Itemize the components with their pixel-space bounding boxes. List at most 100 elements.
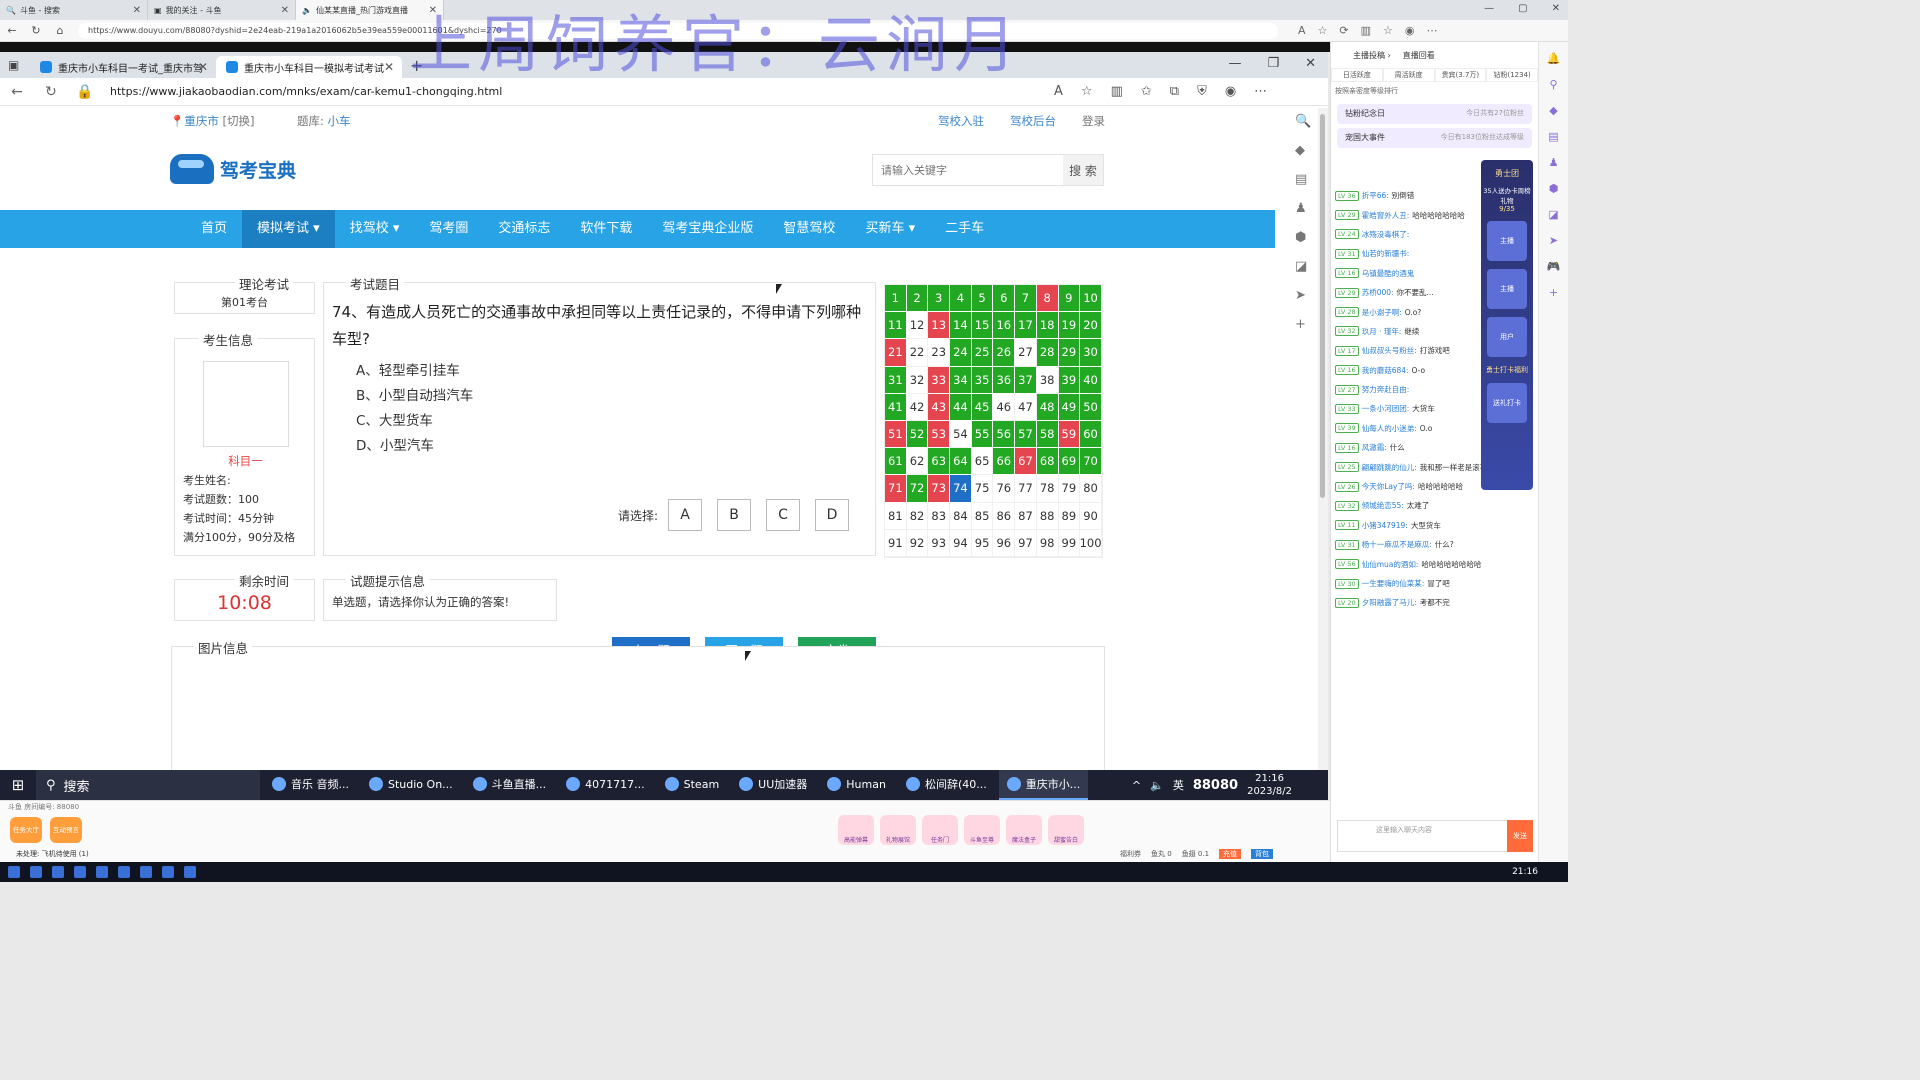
person-icon[interactable]: ♟ <box>1549 156 1559 169</box>
collections-icon[interactable]: ✩ <box>1141 84 1152 99</box>
inner-tab-2[interactable]: 重庆市小车科目一模拟考试考试 ✕ <box>216 56 402 78</box>
answer-grid-cell[interactable]: 74 <box>950 475 972 503</box>
answer-grid-cell[interactable]: 73 <box>928 475 951 503</box>
page-scrollbar[interactable] <box>1318 108 1328 770</box>
answer-grid-cell[interactable]: 33 <box>928 366 951 394</box>
answer-grid-cell[interactable]: 56 <box>993 420 1016 449</box>
app-icon[interactable] <box>30 866 42 878</box>
taskbar-app[interactable]: 4071717... <box>558 770 652 800</box>
answer-grid-cell[interactable]: 20 <box>1080 312 1102 340</box>
app-icon[interactable] <box>118 866 130 878</box>
nav-mock-exam[interactable]: 模拟考试 ▾ <box>242 210 335 248</box>
taskbar-app[interactable]: Steam <box>657 770 728 800</box>
shield-icon[interactable]: ⛨ <box>1197 84 1207 99</box>
answer-grid-cell[interactable]: 76 <box>993 475 1016 503</box>
chat-username[interactable]: 霍皓窗外人丑: <box>1362 210 1410 221</box>
games-icon[interactable]: ♟ <box>1295 201 1311 216</box>
chat-username[interactable]: 我的蘑菇684: <box>1362 365 1409 376</box>
answer-grid-cell[interactable]: 1 <box>885 285 907 313</box>
chat-username[interactable]: 一生要嗨的仙菜某: <box>1362 578 1425 589</box>
answer-grid-cell[interactable]: 35 <box>971 366 994 394</box>
briefcase-icon[interactable]: ▤ <box>1295 172 1311 187</box>
answer-grid-cell[interactable]: 29 <box>1058 339 1081 367</box>
host-clock[interactable]: 21:16 <box>1512 867 1568 877</box>
answer-grid-cell[interactable]: 32 <box>906 366 929 394</box>
vip-promo-column[interactable]: 勇士团 35人送办卡周榜礼物 9/35 主播 主播 用户 勇士打卡福利 送礼打卡 <box>1481 160 1533 490</box>
split-icon[interactable]: ▥ <box>1111 84 1123 99</box>
answer-grid-cell[interactable]: 31 <box>885 366 907 394</box>
chat-username[interactable]: 杨十一麻瓜不是麻瓜: <box>1362 539 1432 550</box>
read-aloud-icon[interactable]: A <box>1298 24 1306 37</box>
chat-username[interactable]: 翩翩跳跳的仙儿: <box>1362 462 1417 473</box>
backpack-button[interactable]: 背包 <box>1251 849 1274 859</box>
answer-grid-cell[interactable]: 77 <box>1015 475 1037 503</box>
answer-grid-cell[interactable]: 49 <box>1058 393 1081 421</box>
refresh-icon[interactable]: ↻ <box>34 84 68 100</box>
answer-grid-cell[interactable]: 87 <box>1015 502 1037 530</box>
answer-grid-cell[interactable]: 72 <box>906 475 929 503</box>
answer-grid-cell[interactable]: 65 <box>971 448 994 476</box>
taskbar-app[interactable]: 音乐 音频... <box>264 770 357 800</box>
answer-grid-cell[interactable]: 97 <box>1015 529 1037 557</box>
restore-icon[interactable]: ❐ <box>1267 56 1279 71</box>
answer-grid-cell[interactable]: 64 <box>950 448 972 476</box>
tab-daily[interactable]: 日活跃度 <box>1331 68 1383 82</box>
answer-grid-cell[interactable]: 99 <box>1058 529 1081 557</box>
gift-item[interactable]: 任务门 <box>922 815 958 845</box>
taskbar-search[interactable]: ⚲ 搜索 <box>36 770 260 800</box>
outlook-icon[interactable]: ◪ <box>1548 208 1558 221</box>
answer-grid-cell[interactable]: 12 <box>906 312 929 340</box>
answer-grid-cell[interactable]: 69 <box>1058 448 1081 476</box>
vip-card[interactable]: 主播 <box>1487 221 1527 261</box>
chat-input[interactable]: 这里输入聊天内容 <box>1337 820 1533 852</box>
answer-grid-cell[interactable]: 57 <box>1015 420 1037 449</box>
nav-download[interactable]: 软件下载 <box>565 210 647 248</box>
more-icon[interactable]: ⋯ <box>1427 24 1438 37</box>
chat-username[interactable]: 今天你Lay了吗: <box>1362 481 1415 492</box>
answer-grid-cell[interactable]: 92 <box>906 529 929 557</box>
answer-grid-cell[interactable]: 44 <box>950 393 972 421</box>
windows-start-icon[interactable] <box>8 866 20 878</box>
chat-username[interactable]: 倾城绝恋55: <box>1362 500 1404 511</box>
answer-grid-cell[interactable]: 58 <box>1036 420 1059 449</box>
nav-traffic-signs[interactable]: 交通标志 <box>483 210 565 248</box>
answer-grid-cell[interactable]: 52 <box>906 420 929 449</box>
answer-grid-cell[interactable]: 38 <box>1036 366 1059 394</box>
collections-icon[interactable]: ☆ <box>1383 24 1393 37</box>
prediction-button[interactable]: 互动预言 <box>50 817 82 843</box>
answer-grid-cell[interactable]: 100 <box>1080 529 1102 557</box>
search-icon[interactable]: ⚲ <box>1549 78 1557 91</box>
answer-grid-cell[interactable]: 10 <box>1080 285 1102 313</box>
answer-grid-cell[interactable]: 70 <box>1080 448 1102 476</box>
answer-grid-cell[interactable]: 47 <box>1015 393 1037 421</box>
answer-grid-cell[interactable]: 21 <box>885 339 907 367</box>
chat-username[interactable]: 努力奔赴自由: <box>1362 384 1410 395</box>
answer-grid-cell[interactable]: 3 <box>928 285 951 313</box>
answer-grid-cell[interactable]: 53 <box>928 420 951 449</box>
app-icon[interactable] <box>184 866 196 878</box>
answer-grid-cell[interactable]: 5 <box>971 285 994 313</box>
answer-grid-cell[interactable]: 78 <box>1036 475 1059 503</box>
chat-username[interactable]: 风澈霜: <box>1362 442 1387 453</box>
chat-username[interactable]: 仙仙mua的酒如: <box>1362 559 1419 570</box>
profile-icon[interactable]: ◉ <box>1405 24 1415 37</box>
nav-used-car[interactable]: 二手车 <box>930 210 999 248</box>
tab-vip[interactable]: 贵宾(3.7万) <box>1434 68 1487 82</box>
tools-icon[interactable]: ⬢ <box>1549 182 1559 195</box>
answer-grid-cell[interactable]: 28 <box>1036 339 1059 367</box>
minimize-icon[interactable]: — <box>1228 56 1241 71</box>
chat-username[interactable]: 乌镇最酷的酒鬼 <box>1362 268 1415 279</box>
answer-grid-cell[interactable]: 14 <box>950 312 972 340</box>
outer-tab-2[interactable]: ▣ 我的关注 - 斗鱼 ✕ <box>148 0 296 20</box>
answer-grid-cell[interactable]: 75 <box>971 475 994 503</box>
school-join-link[interactable]: 驾校入驻 <box>938 113 984 129</box>
close-icon[interactable]: ✕ <box>384 60 394 74</box>
app-icon[interactable] <box>52 866 64 878</box>
send-icon[interactable]: ➤ <box>1549 234 1558 247</box>
answer-grid-cell[interactable]: 84 <box>950 502 972 530</box>
anchor-post-link[interactable]: 主播投稿 › <box>1353 50 1391 61</box>
chat-username[interactable]: 折平66: <box>1362 190 1389 201</box>
search-input[interactable] <box>873 155 1063 185</box>
choice-b-button[interactable]: B <box>717 499 752 531</box>
chat-username[interactable]: 是小谢子啊: <box>1362 307 1402 318</box>
